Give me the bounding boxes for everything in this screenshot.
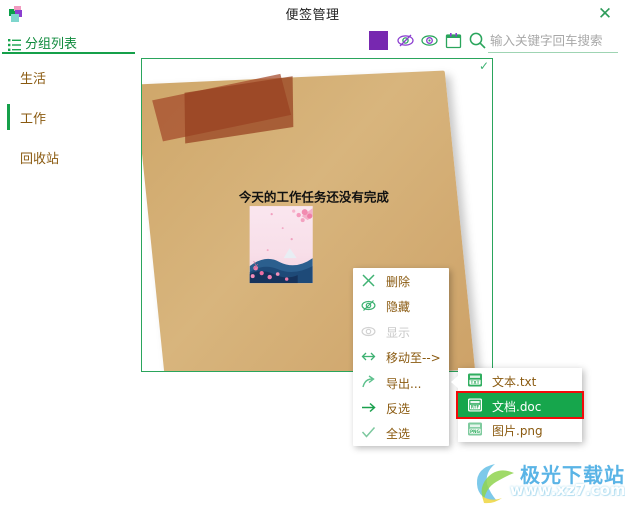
note-text: 今天的工作任务还没有完成	[238, 189, 389, 205]
bottom-toolbar: 视图缩放：%0	[0, 473, 625, 511]
menu-item-label: 隐藏	[386, 300, 411, 315]
search-input[interactable]	[488, 31, 618, 50]
submenu-item-label: 图片.png	[492, 424, 543, 439]
menu-item-move-to[interactable]: 移动至-->	[353, 344, 449, 369]
sidebar-item-label: 回收站	[20, 152, 60, 167]
menu-item-export[interactable]: 导出...	[353, 370, 449, 395]
sidebar-item-recycle[interactable]: 回收站	[0, 138, 136, 176]
menu-item-label: 显示	[386, 325, 411, 340]
active-marker	[7, 104, 10, 130]
svg-text:TXT: TXT	[471, 380, 480, 385]
submenu-item-label: 文档.doc	[492, 399, 542, 414]
window-title: 便签管理	[285, 8, 340, 23]
group-list-underline	[2, 52, 135, 54]
title-bar: 便签管理 ✕	[0, 0, 625, 28]
export-submenu[interactable]: TXT 文本.txt RTF 文档.doc PNG 图片.png	[458, 368, 582, 442]
right-arrow-icon	[360, 399, 377, 416]
svg-text:PNG: PNG	[470, 429, 481, 434]
close-x-icon	[360, 272, 377, 289]
sidebar-item-label: 生活	[20, 72, 47, 87]
save-icon[interactable]	[444, 31, 463, 50]
svg-text:RTF: RTF	[471, 404, 480, 409]
menu-item-label: 导出...	[386, 376, 422, 391]
menu-item-label: 全选	[386, 427, 411, 442]
sidebar-item-label: 工作	[20, 112, 47, 127]
search-icon[interactable]	[468, 31, 487, 50]
rtf-file-icon: RTF	[466, 396, 484, 414]
note-tape-overlay-icon	[184, 76, 294, 144]
txt-file-icon: TXT	[466, 371, 484, 389]
sidebar-item-work[interactable]: 工作	[0, 98, 136, 136]
search-box[interactable]	[488, 31, 618, 53]
menu-item-label: 移动至-->	[386, 351, 441, 366]
selection-check-icon: ✓	[478, 59, 489, 73]
sidebar-item-life[interactable]: 生活	[0, 58, 136, 96]
eye-icon	[360, 323, 377, 340]
group-sidebar: 生活 工作 回收站	[0, 58, 136, 468]
app-window: 便签管理 ✕ 分组列表 输入关键字回车搜索 生活 工作 回收站 ✓ 今天的工作任…	[0, 0, 625, 511]
eye-slash-icon	[360, 297, 377, 314]
group-list-header[interactable]: 分组列表	[8, 32, 136, 54]
menu-item-show[interactable]: 显示	[353, 319, 449, 344]
group-list-label: 分组列表	[25, 37, 78, 52]
menu-item-select-all[interactable]: 全选	[353, 420, 449, 445]
left-right-arrow-icon	[360, 348, 377, 365]
export-arrow-icon	[360, 374, 377, 391]
search-underline	[488, 52, 618, 53]
hide-icon[interactable]	[396, 31, 415, 50]
menu-item-delete[interactable]: 删除	[353, 268, 449, 293]
color-swatch-button[interactable]	[369, 31, 388, 50]
submenu-item-text-txt[interactable]: TXT 文本.txt	[458, 368, 582, 393]
submenu-item-label: 文本.txt	[492, 375, 537, 389]
submenu-pointer	[451, 375, 459, 389]
png-file-icon: PNG	[466, 420, 484, 438]
submenu-item-doc[interactable]: RTF 文档.doc	[458, 392, 582, 418]
menu-item-label: 反选	[386, 401, 411, 416]
menu-item-label: 删除	[386, 275, 411, 289]
check-icon	[360, 424, 377, 441]
menu-item-hide[interactable]: 隐藏	[353, 293, 449, 318]
cherry-blossom-image	[249, 206, 313, 284]
context-menu[interactable]: 删除 隐藏 显示 移动至--> 导出... 反选 全选	[353, 268, 449, 446]
menu-item-invert-selection[interactable]: 反选	[353, 395, 449, 420]
submenu-item-image-png[interactable]: PNG 图片.png	[458, 417, 582, 442]
close-button[interactable]: ✕	[595, 4, 615, 24]
list-icon	[8, 36, 21, 51]
show-eye-icon[interactable]	[420, 31, 439, 50]
